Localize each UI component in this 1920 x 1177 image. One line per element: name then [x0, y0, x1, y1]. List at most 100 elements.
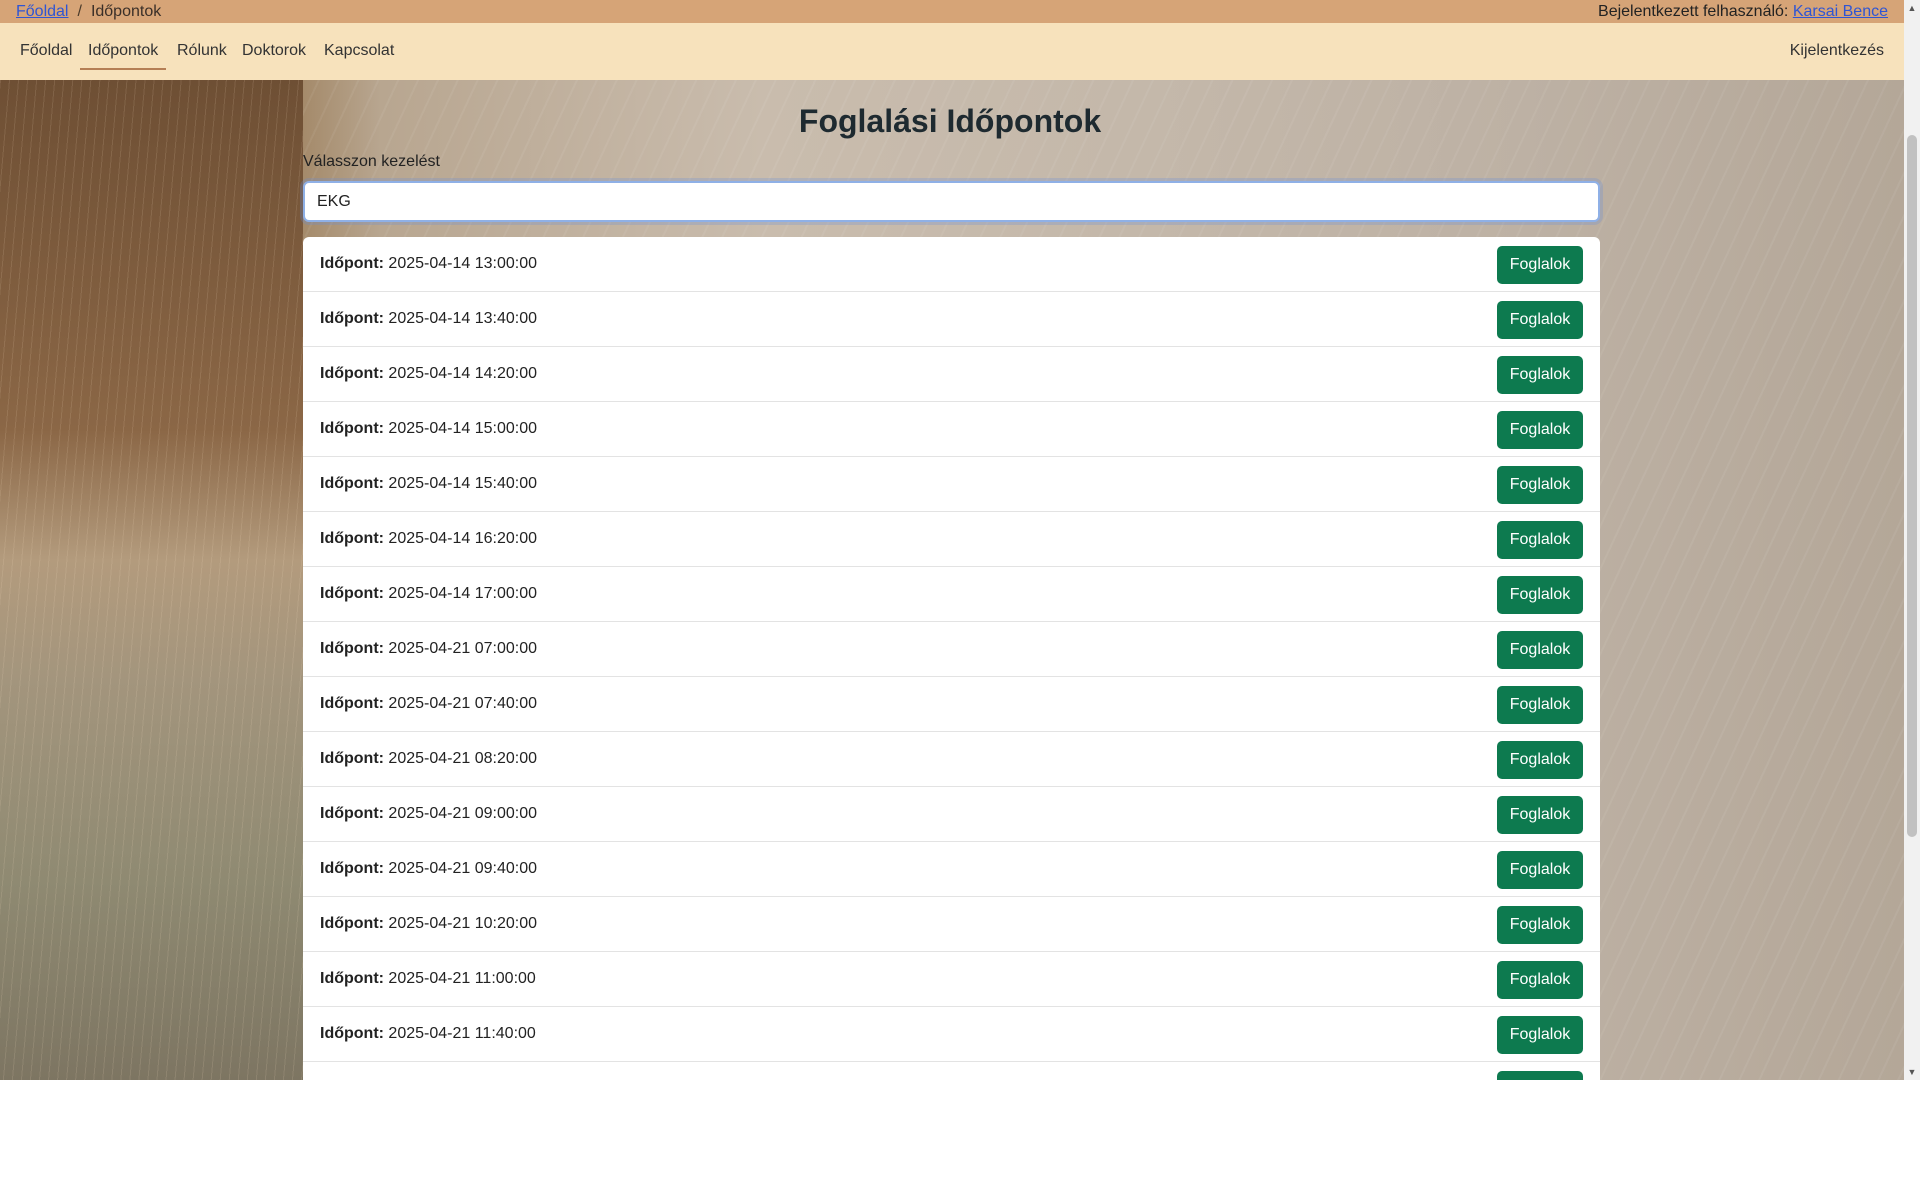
- book-button[interactable]: Foglalok: [1497, 356, 1583, 394]
- appointment-text: Időpont: 2025-04-14 16:20:00: [320, 530, 537, 548]
- appointment-datetime: 2025-04-14 17:00:00: [388, 585, 537, 602]
- breadcrumb-home-link[interactable]: Főoldal: [16, 3, 68, 20]
- appointment-row: Időpont: 2025-04-14 15:40:00 Foglalok: [303, 457, 1600, 512]
- appointment-label: Időpont:: [320, 420, 384, 437]
- appointment-datetime: 2025-04-14 15:00:00: [388, 420, 537, 437]
- book-button[interactable]: Foglalok: [1497, 796, 1583, 834]
- appointment-datetime: 2025-04-21 09:40:00: [388, 860, 537, 877]
- nav-item-home[interactable]: Főoldal: [12, 42, 80, 60]
- appointment-datetime: 2025-04-21 11:40:00: [388, 1025, 536, 1042]
- appointment-datetime: 2025-04-14 13:40:00: [388, 310, 537, 327]
- appointment-text: Időpont: 2025-04-21 07:00:00: [320, 640, 537, 658]
- nav-item-about[interactable]: Rólunk: [169, 42, 235, 60]
- book-button[interactable]: Foglalok: [1497, 246, 1583, 284]
- breadcrumb: Főoldal / Időpontok: [16, 0, 161, 23]
- appointment-label: Időpont:: [320, 750, 384, 767]
- book-button[interactable]: Foglalok: [1497, 851, 1583, 889]
- appointment-datetime: 2025-04-14 13:00:00: [388, 255, 537, 272]
- appointment-label: Időpont:: [320, 915, 384, 932]
- appointment-text: Időpont: 2025-04-21 08:20:00: [320, 750, 537, 768]
- appointment-datetime: 2025-04-21 09:00:00: [388, 805, 537, 822]
- appointment-text: Időpont: 2025-04-21 09:40:00: [320, 860, 537, 878]
- appointment-text: Időpont: 2025-04-14 15:00:00: [320, 420, 537, 438]
- appointment-row: Időpont: 2025-04-21 11:40:00 Foglalok: [303, 1007, 1600, 1062]
- appointment-label: Időpont:: [320, 805, 384, 822]
- treatment-select[interactable]: EKG: [303, 181, 1600, 222]
- breadcrumb-bar: Főoldal / Időpontok Bejelentkezett felhasz…: [0, 0, 1904, 23]
- logout-link[interactable]: Kijelentkezés: [1790, 42, 1884, 60]
- appointment-text: Időpont: 2025-04-14 13:00:00: [320, 255, 537, 273]
- scroll-down-arrow-icon[interactable]: ▼: [1904, 1064, 1920, 1080]
- breadcrumb-separator: /: [77, 3, 82, 20]
- appointment-row: Időpont: 2025-04-21 10:20:00 Foglalok: [303, 897, 1600, 952]
- book-button[interactable]: Foglalok: [1497, 961, 1583, 999]
- nav-item-contact[interactable]: Kapcsolat: [316, 42, 402, 60]
- appointment-label: Időpont:: [320, 970, 384, 987]
- appointment-label: Időpont:: [320, 255, 384, 272]
- appointment-label: Időpont:: [320, 310, 384, 327]
- page-title: Foglalási Időpontok: [798, 103, 1102, 139]
- appointment-row: Időpont: 2025-04-21 07:00:00 Foglalok: [303, 622, 1600, 677]
- appointment-label: Időpont:: [320, 695, 384, 712]
- appointment-row: [303, 1062, 1600, 1080]
- appointment-label: Időpont:: [320, 860, 384, 877]
- appointment-label: Időpont:: [320, 1025, 384, 1042]
- background-image-left: [0, 80, 303, 1080]
- appointment-datetime: 2025-04-21 10:20:00: [388, 915, 537, 932]
- logged-in-user: Bejelentkezett felhasználó: Karsai Bence: [1598, 0, 1888, 23]
- book-button[interactable]: Foglalok: [1497, 631, 1583, 669]
- book-button[interactable]: Foglalok: [1497, 906, 1583, 944]
- appointment-text: Időpont: 2025-04-21 11:40:00: [320, 1025, 536, 1043]
- appointment-row: Időpont: 2025-04-21 11:00:00 Foglalok: [303, 952, 1600, 1007]
- appointment-label: Időpont:: [320, 640, 384, 657]
- appointment-text: Időpont: 2025-04-14 17:00:00: [320, 585, 537, 603]
- appointment-row: Időpont: 2025-04-21 09:00:00 Foglalok: [303, 787, 1600, 842]
- book-button[interactable]: Foglalok: [1497, 466, 1583, 504]
- appointment-datetime: 2025-04-21 08:20:00: [388, 750, 537, 767]
- appointment-label: Időpont:: [320, 585, 384, 602]
- book-button[interactable]: Foglalok: [1497, 301, 1583, 339]
- book-button[interactable]: Foglalok: [1497, 741, 1583, 779]
- appointment-row: Időpont: 2025-04-14 13:40:00 Foglalok: [303, 292, 1600, 347]
- appointment-row: Időpont: 2025-04-21 07:40:00 Foglalok: [303, 677, 1600, 732]
- appointment-text: Időpont: 2025-04-21 07:40:00: [320, 695, 537, 713]
- appointment-row: Időpont: 2025-04-21 09:40:00 Foglalok: [303, 842, 1600, 897]
- appointment-datetime: 2025-04-21 11:00:00: [388, 970, 536, 987]
- appointment-text: Időpont: 2025-04-14 13:40:00: [320, 310, 537, 328]
- appointment-text: Időpont: 2025-04-21 11:00:00: [320, 970, 536, 988]
- book-button[interactable]: Foglalok: [1497, 411, 1583, 449]
- book-button[interactable]: Foglalok: [1497, 521, 1583, 559]
- book-button[interactable]: Foglalok: [1497, 576, 1583, 614]
- appointment-datetime: 2025-04-14 14:20:00: [388, 365, 537, 382]
- user-name-link[interactable]: Karsai Bence: [1793, 3, 1888, 20]
- appointment-label: Időpont:: [320, 475, 384, 492]
- book-button[interactable]: [1497, 1071, 1583, 1080]
- appointment-label: Időpont:: [320, 530, 384, 547]
- scroll-up-arrow-icon[interactable]: ▲: [1904, 0, 1920, 16]
- appointment-text: Időpont: 2025-04-21 10:20:00: [320, 915, 537, 933]
- appointment-text: Időpont: 2025-04-14 15:40:00: [320, 475, 537, 493]
- appointment-row: Időpont: 2025-04-14 14:20:00 Foglalok: [303, 347, 1600, 402]
- book-button[interactable]: Foglalok: [1497, 1016, 1583, 1054]
- treatment-select-label: Válasszon kezelést: [303, 153, 440, 170]
- scrollbar-thumb[interactable]: [1907, 135, 1917, 837]
- appointment-label: Időpont:: [320, 365, 384, 382]
- appointment-list: Időpont: 2025-04-14 13:00:00 Foglalok Időp…: [303, 237, 1600, 1080]
- appointment-row: Időpont: 2025-04-21 08:20:00 Foglalok: [303, 732, 1600, 787]
- breadcrumb-current: Időpontok: [90, 3, 162, 20]
- logged-in-user-label: Bejelentkezett felhasználó:: [1598, 3, 1789, 20]
- book-button[interactable]: Foglalok: [1497, 686, 1583, 724]
- scrollbar[interactable]: ▲ ▼: [1904, 0, 1920, 1080]
- appointment-datetime: 2025-04-14 15:40:00: [388, 475, 537, 492]
- navbar: Főoldal Időpontok Rólunk Doktorok Kapcso…: [0, 23, 1904, 80]
- appointment-row: Időpont: 2025-04-14 13:00:00 Foglalok: [303, 237, 1600, 292]
- appointment-text: Időpont: 2025-04-21 09:00:00: [320, 805, 537, 823]
- appointment-datetime: 2025-04-21 07:00:00: [388, 640, 537, 657]
- nav-item-doctors[interactable]: Doktorok: [234, 42, 314, 60]
- appointment-text: Időpont: 2025-04-14 14:20:00: [320, 365, 537, 383]
- appointment-datetime: 2025-04-21 07:40:00: [388, 695, 537, 712]
- nav-item-appointments[interactable]: Időpontok: [80, 42, 167, 70]
- browser-viewport: Főoldal / Időpontok Bejelentkezett felhasz…: [0, 0, 1904, 1080]
- appointment-row: Időpont: 2025-04-14 15:00:00 Foglalok: [303, 402, 1600, 457]
- appointment-row: Időpont: 2025-04-14 16:20:00 Foglalok: [303, 512, 1600, 567]
